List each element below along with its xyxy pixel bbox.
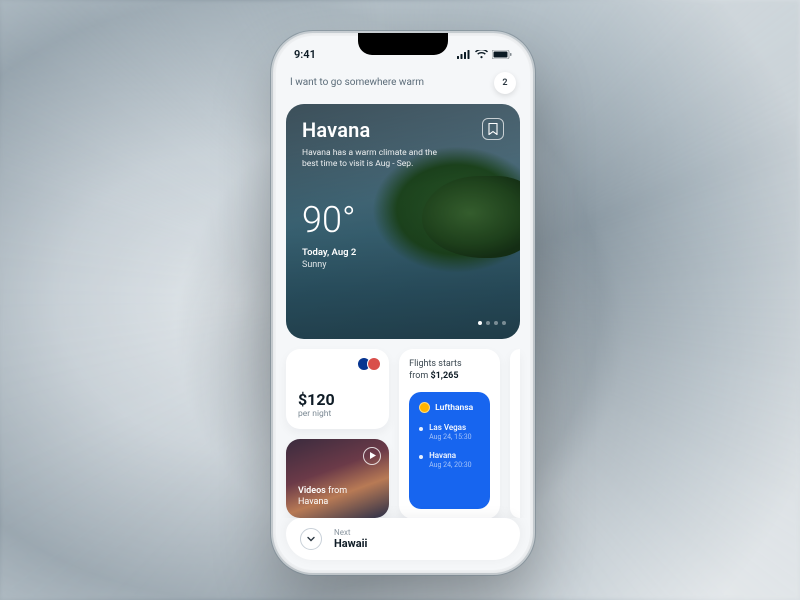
battery-icon: [492, 50, 512, 59]
leg-time: Aug 24, 20:30: [429, 461, 479, 469]
price-amount: $120: [298, 390, 377, 409]
flights-title-amount: $1,265: [430, 371, 458, 381]
phone-frame: 9:41 I want to go somewhere warm 2: [273, 33, 533, 573]
phone-notch: [358, 33, 448, 55]
weather-condition: Sunny: [302, 260, 504, 270]
flights-title-line1: Flights starts: [409, 359, 462, 369]
leg-city: Havana: [429, 451, 479, 460]
list-item: Havana Aug 24, 20:30: [419, 451, 479, 469]
list-item: Las Vegas Aug 24, 15:30: [419, 423, 479, 441]
search-row: I want to go somewhere warm 2: [276, 66, 530, 104]
booking-provider-icons: [361, 357, 381, 371]
flights-title: Flights starts from $1,265: [409, 359, 489, 382]
date-label: Today, Aug 2: [302, 247, 504, 258]
bookmark-button[interactable]: [482, 118, 504, 140]
temperature-value: 90°: [302, 199, 504, 241]
cards-row: $120 per night Videos from Havana Flight…: [276, 339, 530, 518]
next-label: Next: [334, 528, 367, 537]
price-unit: per night: [298, 409, 377, 419]
next-destination-bar[interactable]: Next Hawaii: [286, 518, 520, 560]
flights-card[interactable]: Flights starts from $1,265 Lufthansa Las…: [399, 349, 499, 518]
leg-city: Las Vegas: [429, 423, 479, 432]
search-query[interactable]: I want to go somewhere warm: [290, 77, 424, 88]
itinerary-legs: Las Vegas Aug 24, 15:30 Havana Aug 24, 2…: [419, 423, 479, 469]
screen: 9:41 I want to go somewhere warm 2: [276, 36, 530, 570]
destination-title: Havana: [302, 118, 371, 142]
status-right: [457, 50, 512, 59]
next-button[interactable]: [300, 528, 322, 550]
chevron-down-icon: [306, 534, 316, 544]
airline-logo-icon: [419, 402, 430, 413]
search-count-badge[interactable]: 2: [494, 72, 516, 94]
hotel-price-card[interactable]: $120 per night: [286, 349, 389, 429]
status-time: 9:41: [294, 48, 316, 61]
next-card-peek[interactable]: [510, 349, 520, 518]
bookmark-icon: [488, 123, 498, 135]
itinerary-card[interactable]: Lufthansa Las Vegas Aug 24, 15:30 Havana…: [409, 392, 489, 509]
leg-time: Aug 24, 15:30: [429, 433, 479, 441]
page-indicator[interactable]: [478, 321, 506, 325]
videos-title-bold: Videos: [298, 486, 326, 496]
flights-title-prefix: from: [409, 371, 430, 381]
videos-title: Videos from Havana: [298, 486, 377, 509]
next-destination: Hawaii: [334, 537, 367, 550]
cellular-icon: [457, 50, 471, 59]
destination-hero[interactable]: Havana Havana has a warm climate and the…: [286, 104, 520, 339]
airline-name: Lufthansa: [435, 403, 473, 413]
airline-row: Lufthansa: [419, 402, 479, 413]
destination-description: Havana has a warm climate and the best t…: [302, 148, 442, 171]
wifi-icon: [475, 50, 488, 59]
videos-card[interactable]: Videos from Havana: [286, 439, 389, 519]
next-text: Next Hawaii: [334, 528, 367, 550]
play-icon: [363, 447, 381, 465]
